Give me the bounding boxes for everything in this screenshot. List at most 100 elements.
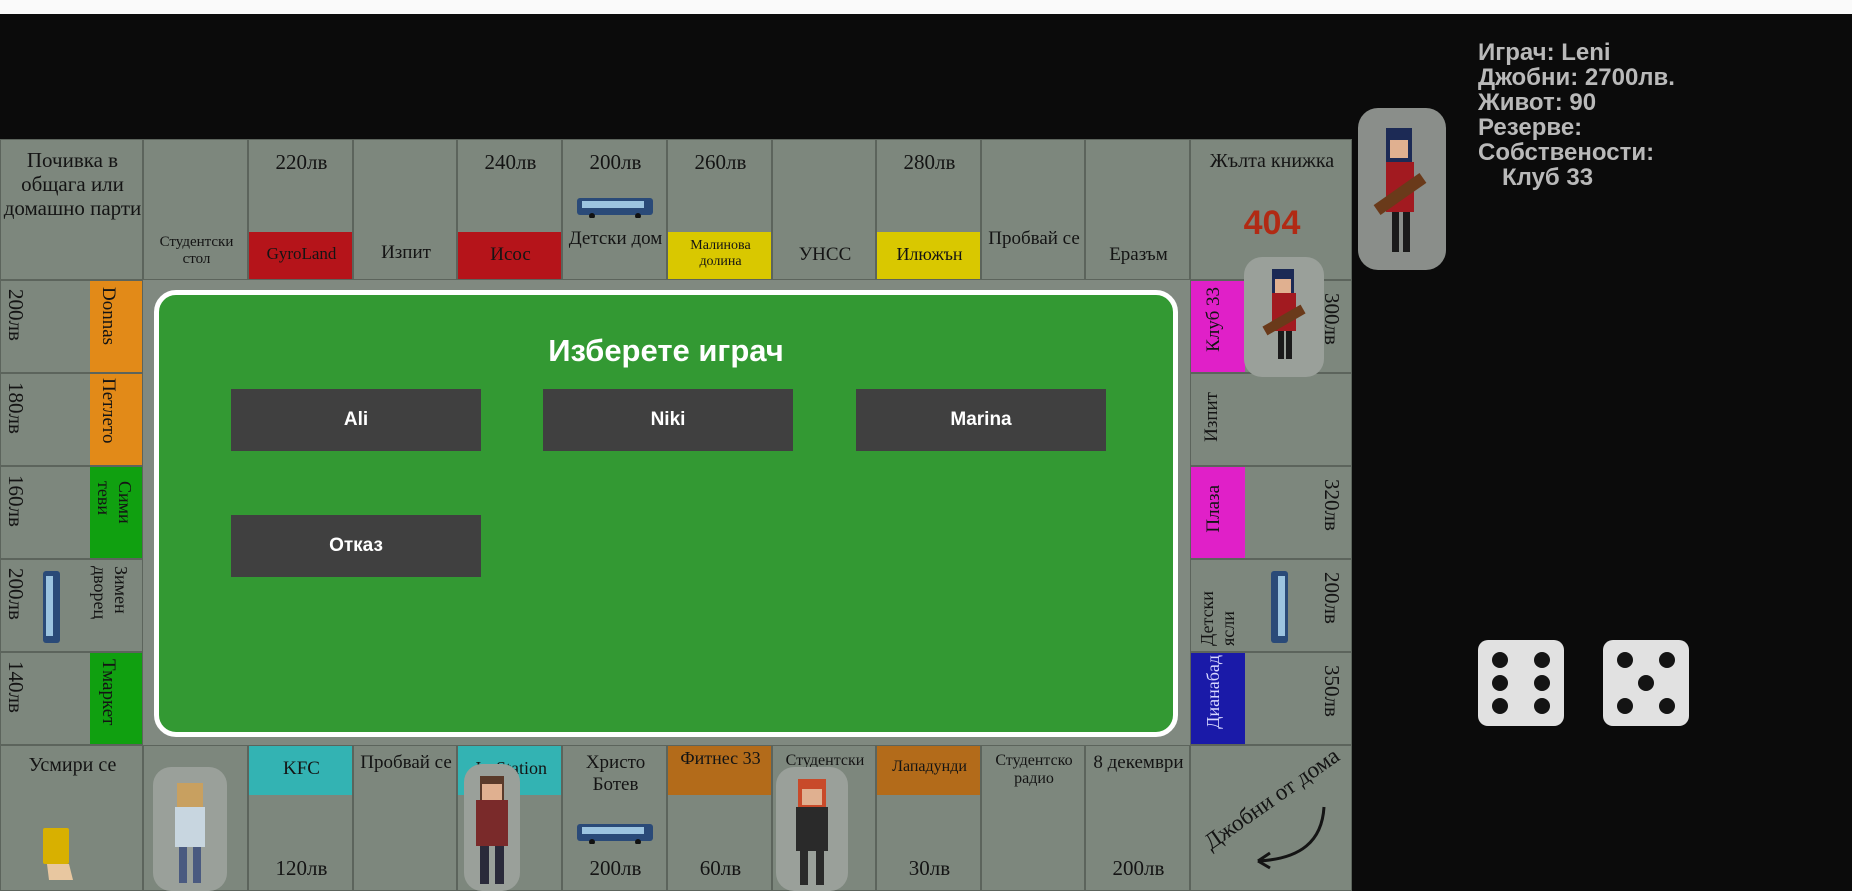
die-pip: [1534, 675, 1550, 691]
cell-label: Жълта книжка: [1209, 150, 1335, 172]
cell-label: GyroLand: [266, 244, 337, 263]
board-cell-tmarket[interactable]: Тмаркет 140лв: [0, 652, 143, 745]
board-cell-gyroland[interactable]: 220лв GyroLand: [248, 139, 353, 280]
board-cell-detski-yasli[interactable]: Детски ясли 200лв: [1190, 559, 1352, 652]
die-1[interactable]: [1478, 640, 1564, 726]
cell-label: Студентско радио: [995, 752, 1073, 788]
cell-label: Пробвай се: [988, 228, 1080, 249]
arrow-icon: [1257, 806, 1326, 870]
die-pip: [1492, 675, 1508, 691]
cell-label: УНСС: [798, 244, 852, 265]
board-cell-illusion[interactable]: 280лв Илюжън: [876, 139, 981, 280]
board-corner-party[interactable]: Почивка в общага или домашно парти: [0, 139, 143, 280]
cell-price: 240лв: [484, 150, 537, 174]
player-token-leni-board: [1244, 257, 1324, 377]
cell-price: 200лв: [1112, 856, 1165, 880]
board-corner-calm-down[interactable]: Усмири се: [0, 745, 143, 891]
board-cell-dianabad[interactable]: Дианабад 350лв: [1190, 652, 1352, 745]
board-cell-8-december[interactable]: 8 декември 200лв: [1085, 745, 1190, 891]
die-pip: [1534, 652, 1550, 668]
cell-price: 200лв: [4, 289, 28, 341]
cell-label: Малинова долина: [690, 238, 751, 270]
cell-label: Усмири се: [28, 754, 117, 776]
cell-label: Исос: [490, 244, 531, 265]
player-info-panel: Играч: Leni Джобни: 2700лв. Живот: 90 Ре…: [1478, 40, 1675, 190]
die-pip: [1492, 698, 1508, 714]
person-avatar-icon: [175, 783, 205, 883]
player-property-item: Клуб 33: [1502, 164, 1594, 191]
player-reserve: Резерве:: [1478, 114, 1583, 141]
die-pip: [1534, 698, 1550, 714]
current-player-portrait: [1358, 108, 1446, 270]
rocker-avatar-icon: [1373, 128, 1427, 252]
board-cell-lapadundi[interactable]: Лападунди 30лв: [876, 745, 981, 891]
die-pip: [1617, 652, 1633, 668]
cell-label: Зимен дворец: [90, 566, 131, 620]
board-cell-donnas[interactable]: Donnas 200лв: [0, 280, 143, 373]
player-life: Живот: 90: [1478, 89, 1597, 116]
cell-label: Фитнес 33: [680, 748, 761, 768]
cell-label: Изпит: [1201, 392, 1222, 442]
player-token-ali: [153, 767, 227, 891]
bus-icon: [577, 824, 653, 844]
board-cell-unss[interactable]: УНСС: [772, 139, 876, 280]
player-button-marina[interactable]: Marina: [856, 389, 1106, 451]
bus-icon: [1271, 571, 1288, 643]
die-pip: [1617, 698, 1633, 714]
dialog-title: Изберете играч: [548, 333, 784, 368]
bus-icon: [43, 571, 60, 643]
window-title-bar: [0, 0, 1852, 14]
player-button-niki[interactable]: Niki: [543, 389, 793, 451]
board-cell-zimen-dvorets[interactable]: Зимен дворец 200лв: [0, 559, 143, 652]
board-cell-fitnes-33[interactable]: Фитнес 33 60лв: [667, 745, 772, 891]
cell-label: Дианабад: [1203, 655, 1223, 729]
player-token-niki: [464, 764, 520, 891]
die-pip: [1638, 675, 1654, 691]
board-cell-detski-dom[interactable]: 200лв Детски дом: [562, 139, 667, 280]
board-cell-hristo-botev[interactable]: Христо Ботев 200лв: [562, 745, 667, 891]
cell-price: 60лв: [699, 856, 742, 880]
cell-label: Плаза: [1203, 485, 1224, 533]
cell-price: 280лв: [903, 150, 956, 174]
board-cell-kfc[interactable]: KFC 120лв: [248, 745, 353, 891]
bus-icon: [577, 198, 653, 218]
player-money: Джобни: 2700лв.: [1478, 64, 1675, 91]
cell-label: Клуб 33: [1203, 287, 1224, 352]
die-pip: [1659, 652, 1675, 668]
cell-price: 260лв: [694, 150, 747, 174]
cell-price: 160лв: [4, 475, 28, 527]
cell-label: Лападунди: [892, 758, 967, 775]
board-cell-exam[interactable]: Изпит: [353, 139, 457, 280]
cell-label: Еразъм: [1109, 244, 1168, 265]
yellow-card-icon: [43, 828, 73, 880]
board-cell-plaza[interactable]: Плаза 320лв: [1190, 466, 1352, 559]
cell-price: 140лв: [4, 661, 28, 713]
die-pip: [1492, 652, 1508, 668]
cell-label: Петлето: [98, 378, 119, 444]
error-404-badge: 404: [1243, 204, 1301, 242]
player-name: Играч: Leni: [1478, 39, 1611, 66]
board-cell-exam-right[interactable]: Изпит: [1190, 373, 1352, 466]
cell-label: Почивка в общага или домашно парти: [3, 148, 142, 221]
cancel-button[interactable]: Отказ: [231, 515, 481, 577]
board-cell-try-yourself-bottom[interactable]: Пробвай се: [353, 745, 457, 891]
board-cell-erasmus[interactable]: Еразъм: [1085, 139, 1190, 280]
cell-label: Тмаркет: [98, 659, 119, 726]
board-cell-petleto[interactable]: Петлето 180лв: [0, 373, 143, 466]
board-cell-student-canteen[interactable]: Студентски стол: [143, 139, 248, 280]
board-cell-isos[interactable]: 240лв Исос: [457, 139, 562, 280]
player-token-marina: [776, 767, 848, 891]
board-cell-malinova-dolina[interactable]: 260лв Малинова долина: [667, 139, 772, 280]
die-2[interactable]: [1603, 640, 1689, 726]
board-cell-simi-tevi[interactable]: Сими теви 160лв: [0, 466, 143, 559]
board-cell-try-yourself[interactable]: Пробвай се: [981, 139, 1085, 280]
rocker-avatar-icon: [1262, 269, 1306, 359]
cell-label: Пробвай се: [360, 752, 452, 773]
board-cell-student-radio[interactable]: Студентско радио: [981, 745, 1085, 891]
cell-label: Donnas: [98, 287, 119, 346]
cell-price: 320лв: [1320, 479, 1344, 531]
board-corner-pocket-money[interactable]: Джобни от дома: [1190, 745, 1352, 891]
player-button-ali[interactable]: Ali: [231, 389, 481, 451]
person-avatar-icon: [476, 776, 508, 884]
cell-price: 200лв: [1320, 572, 1344, 624]
